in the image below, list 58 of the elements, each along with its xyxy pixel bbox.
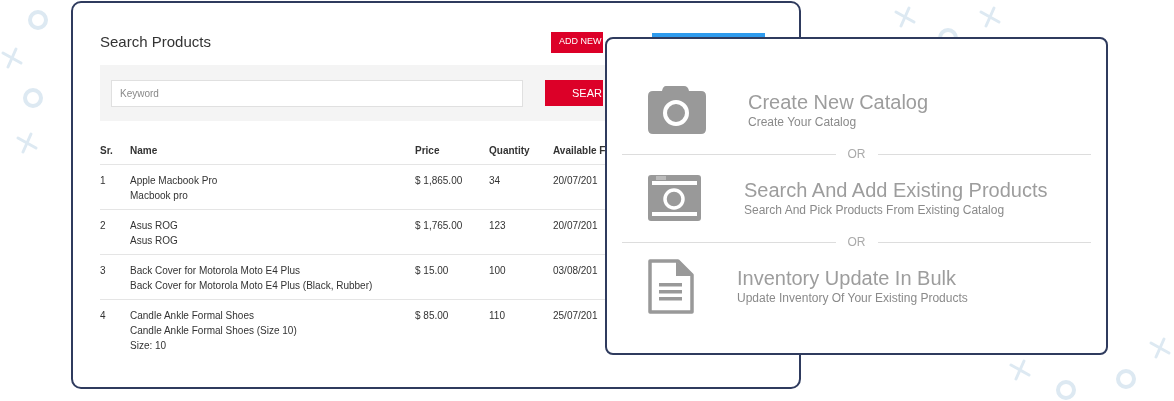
cross-mark	[894, 6, 916, 28]
table-cell-text: 110	[489, 309, 506, 323]
table-cell-text: 20/07/201	[553, 174, 598, 188]
option-item[interactable]: Search And Add Existing Products Search And Pick Products From Existing Catalog	[622, 164, 1091, 232]
option-title: Inventory Update In Bulk	[737, 266, 957, 290]
search-button[interactable]: SEAR	[545, 80, 603, 106]
cross-mark	[979, 6, 1001, 28]
cross-mark	[1, 47, 23, 69]
table-cell-text: 34	[489, 174, 502, 188]
table-cell-text: Asus ROG	[130, 234, 178, 248]
cross-mark	[1149, 337, 1171, 359]
table-cell-text: Back Cover for Motorola Moto E4 Plus (Black, Rubber)	[130, 279, 373, 293]
camera-icon	[648, 175, 701, 221]
table-cell-text: $ 85.00	[415, 309, 450, 323]
cross-mark	[16, 132, 38, 154]
table-cell-text: $ 1,865.00	[415, 174, 464, 188]
option-title: Search And Add Existing Products	[744, 178, 1048, 202]
table-cell-text: 100	[489, 264, 507, 278]
table-cell-text: Size: 10	[130, 339, 167, 353]
column-header: Available F	[553, 144, 607, 158]
ring-mark	[1056, 380, 1076, 400]
column-header: Name	[130, 144, 159, 158]
option-item[interactable]: Inventory Update In Bulk Update Inventory Of Your Existing Products	[622, 252, 1091, 320]
document-icon	[648, 258, 694, 314]
column-header: Price	[415, 144, 441, 158]
table-cell-text: Apple Macbook Pro	[130, 174, 218, 188]
cross-mark	[1009, 359, 1031, 381]
option-item[interactable]: Create New Catalog Create Your Catalog	[622, 76, 1091, 144]
table-cell-text: 20/07/201	[553, 219, 598, 233]
option-subtitle: Search And Pick Products From Existing Catalog	[744, 202, 1006, 218]
option-subtitle: Create Your Catalog	[748, 114, 858, 130]
table-cell-text: $ 15.00	[415, 264, 450, 278]
table-cell-text: Macbook pro	[130, 189, 188, 203]
table-cell-text: 1	[100, 174, 107, 188]
table-cell-text: 3	[100, 264, 107, 278]
table-cell-text: Asus ROG	[130, 219, 178, 233]
ring-mark	[23, 88, 43, 108]
table-cell-text: $ 1,765.00	[415, 219, 464, 233]
table-cell-text: Candle Ankle Formal Shoes (Size 10)	[130, 324, 297, 338]
table-cell-text: 25/07/201	[553, 309, 598, 323]
keyword-search-field[interactable]: Keyword	[111, 79, 523, 107]
page-title: Search Products	[100, 31, 212, 52]
add-new-catalog-button[interactable]: ADD NEW	[551, 31, 603, 53]
table-cell-text: Candle Ankle Formal Shoes	[130, 309, 254, 323]
table-cell-text: 123	[489, 219, 507, 233]
column-header: Sr.	[100, 144, 114, 158]
option-subtitle: Update Inventory Of Your Existing Products	[737, 290, 968, 306]
or-separator: OR	[847, 234, 866, 251]
ring-mark	[1116, 369, 1136, 389]
camera-icon	[648, 86, 706, 134]
option-title: Create New Catalog	[748, 90, 929, 114]
column-header: Quantity	[489, 144, 531, 158]
ring-mark	[28, 10, 48, 30]
table-cell-text: Back Cover for Motorola Moto E4 Plus	[130, 264, 301, 278]
table-cell-text: 03/08/201	[553, 264, 598, 278]
table-cell-text: 2	[100, 219, 107, 233]
table-cell-text: 4	[100, 309, 107, 323]
or-separator: OR	[847, 146, 866, 163]
